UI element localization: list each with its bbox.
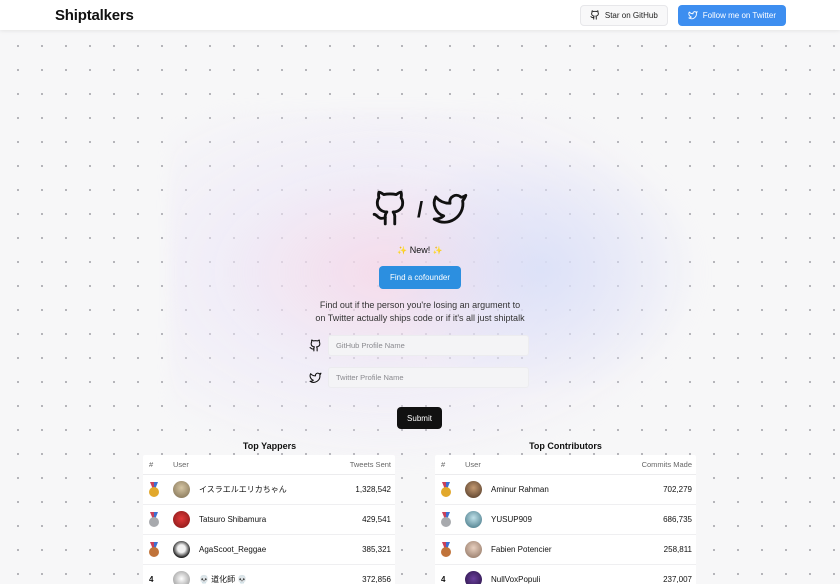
github-icon — [309, 339, 321, 352]
rank-header: # — [441, 460, 446, 469]
user-name: 💀 道化師 💀 — [199, 575, 248, 584]
tweets-count: 372,856 — [362, 575, 391, 584]
sparkle-icon: ✨ — [397, 246, 408, 255]
sparkle-icon: ✨ — [432, 246, 443, 255]
silver-medal-icon — [143, 512, 167, 527]
avatar — [173, 481, 190, 498]
table-row[interactable]: 4 NullVoxPopuli 237,007 — [435, 565, 696, 584]
star-on-github-button[interactable]: Star on GitHub — [579, 4, 668, 26]
user-name: Tatsuro Shibamura — [199, 515, 267, 524]
top-yappers-title: Top Yappers — [242, 441, 297, 451]
twitter-field-row — [309, 367, 529, 388]
top-navbar: Shiptalkers Star on GitHub Follow me on … — [0, 0, 840, 30]
table-header: # User Commits Made — [435, 455, 696, 475]
user-name: Aminur Rahman — [491, 485, 549, 494]
table-row[interactable]: 4 💀 道化師 💀 372,856 — [143, 565, 395, 584]
tweets-sent-header: Tweets Sent — [349, 460, 391, 469]
commits-made-header: Commits Made — [641, 460, 692, 469]
rank-header: # — [149, 460, 154, 469]
github-icon — [590, 10, 599, 20]
user-header: User — [173, 460, 189, 469]
tweets-count: 1,328,542 — [355, 485, 391, 494]
user-name: NullVoxPopuli — [491, 575, 541, 584]
top-contributors-table: # User Commits Made Aminur Rahman 702,27… — [435, 455, 696, 584]
rank-number: 4 — [441, 575, 446, 584]
tweets-count: 385,321 — [362, 545, 391, 554]
table-row[interactable]: イスラエルエリカちゃん 1,328,542 — [143, 475, 395, 505]
avatar — [173, 511, 190, 528]
user-name: Fabien Potencier — [491, 545, 552, 554]
user-name: イスラエルエリカちゃん — [199, 485, 287, 494]
avatar — [173, 541, 190, 558]
follow-on-twitter-label: Follow me on Twitter — [702, 10, 776, 20]
twitter-profile-input[interactable] — [328, 367, 529, 388]
header-actions: Star on GitHub Follow me on Twitter — [579, 4, 786, 26]
github-icon — [372, 190, 405, 226]
github-profile-input[interactable] — [328, 335, 529, 356]
bronze-medal-icon — [435, 542, 459, 557]
new-badge: ✨ New! ✨ — [0, 245, 840, 255]
user-header: User — [465, 460, 481, 469]
avatar — [465, 481, 482, 498]
commits-count: 686,735 — [663, 515, 692, 524]
table-header: # User Tweets Sent — [143, 455, 395, 475]
commits-count: 258,811 — [663, 545, 692, 554]
tweets-count: 429,541 — [362, 515, 391, 524]
tagline-line-1: Find out if the person you're losing an … — [319, 300, 521, 310]
user-name: AgaScoot_Reggae — [199, 545, 267, 554]
hero-icons: / — [371, 188, 469, 228]
silver-medal-icon — [435, 512, 459, 527]
commits-count: 702,279 — [663, 485, 692, 494]
user-name: YUSUP909 — [491, 515, 532, 524]
table-row[interactable]: Tatsuro Shibamura 429,541 — [143, 505, 395, 535]
avatar — [465, 541, 482, 558]
gold-medal-icon — [435, 482, 459, 497]
top-yappers-table: # User Tweets Sent イスラエルエリカちゃん 1,328,542… — [143, 455, 395, 584]
table-row[interactable]: Aminur Rahman 702,279 — [435, 475, 696, 505]
gold-medal-icon — [143, 482, 167, 497]
top-contributors-title: Top Contributors — [529, 441, 602, 451]
hero-separator: / — [416, 197, 424, 222]
follow-on-twitter-button[interactable]: Follow me on Twitter — [677, 4, 786, 26]
commits-count: 237,007 — [663, 575, 692, 584]
github-field-row — [309, 335, 529, 356]
twitter-icon — [432, 193, 468, 224]
avatar — [465, 571, 482, 584]
tagline-line-2: on Twitter actually ships code or if it'… — [315, 313, 525, 323]
table-row[interactable]: Fabien Potencier 258,811 — [435, 535, 696, 565]
bronze-medal-icon — [143, 542, 167, 557]
site-logo[interactable]: Shiptalkers — [55, 7, 134, 24]
star-on-github-label: Star on GitHub — [604, 10, 658, 20]
avatar — [173, 571, 190, 584]
tagline: Find out if the person you're losing an … — [300, 299, 540, 325]
submit-button[interactable]: Submit — [397, 407, 442, 429]
table-row[interactable]: AgaScoot_Reggae 385,321 — [143, 535, 395, 565]
table-row[interactable]: YUSUP909 686,735 — [435, 505, 696, 535]
new-label: New! — [409, 245, 431, 255]
rank-number: 4 — [149, 575, 154, 584]
avatar — [465, 511, 482, 528]
twitter-icon — [309, 372, 322, 383]
twitter-icon — [688, 11, 698, 20]
find-cofounder-button[interactable]: Find a cofounder — [379, 266, 461, 289]
